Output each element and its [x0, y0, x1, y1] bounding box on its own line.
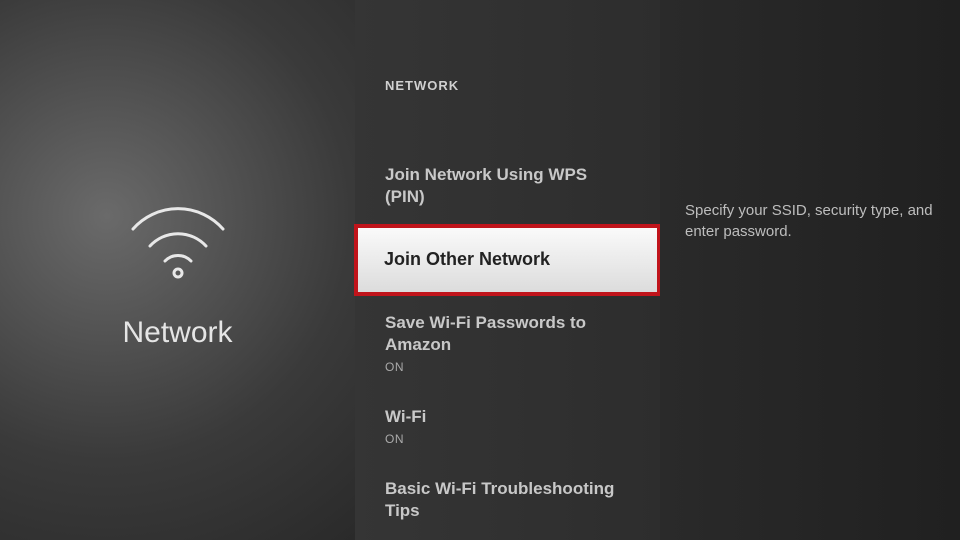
menu-item-save-wifi-passwords[interactable]: Save Wi-Fi Passwords to Amazon ON [355, 296, 660, 390]
menu-item-label: Save Wi-Fi Passwords to Amazon [385, 312, 630, 356]
menu-panel: NETWORK Join Network Using WPS (PIN) Joi… [355, 0, 660, 540]
menu-item-label: Wi-Fi [385, 406, 630, 428]
menu-item-wifi[interactable]: Wi-Fi ON [355, 390, 660, 462]
detail-panel: Specify your SSID, security type, and en… [660, 0, 960, 540]
menu-item-join-other-network[interactable]: Join Other Network [354, 224, 661, 295]
detail-description: Specify your SSID, security type, and en… [685, 200, 935, 242]
menu-item-join-wps-pin[interactable]: Join Network Using WPS (PIN) [355, 148, 660, 224]
left-panel: Network [0, 0, 355, 540]
panel-title: Network [122, 316, 232, 350]
menu-item-status: ON [385, 432, 630, 446]
wifi-icon [123, 191, 233, 286]
menu-item-troubleshooting[interactable]: Basic Wi-Fi Troubleshooting Tips [355, 462, 660, 538]
section-header: NETWORK [355, 78, 660, 93]
menu-item-label: Join Network Using WPS (PIN) [385, 164, 630, 208]
menu-item-status: ON [385, 360, 630, 374]
menu-item-label: Basic Wi-Fi Troubleshooting Tips [385, 478, 630, 522]
menu-item-label: Join Other Network [384, 248, 631, 271]
